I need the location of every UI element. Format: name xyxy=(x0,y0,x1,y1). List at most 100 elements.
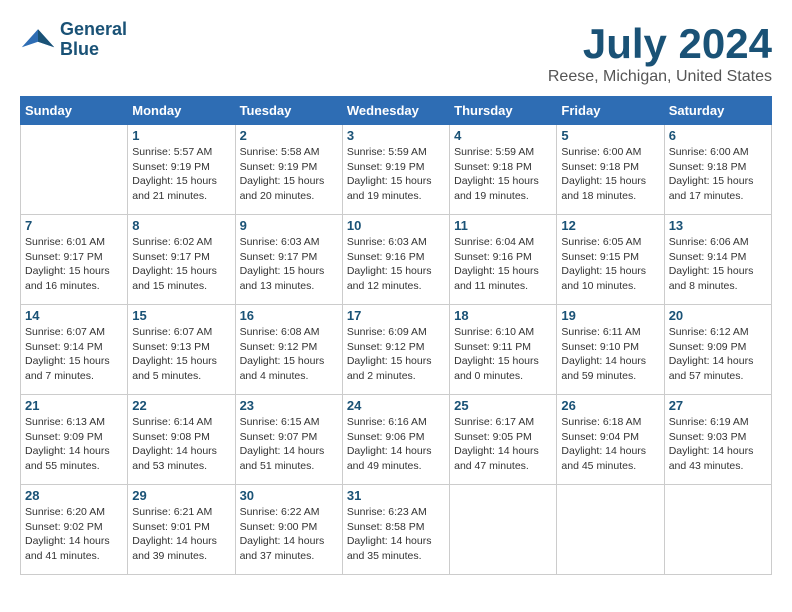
day-number: 8 xyxy=(132,218,230,233)
calendar-cell: 21Sunrise: 6:13 AM Sunset: 9:09 PM Dayli… xyxy=(21,395,128,485)
calendar-cell: 17 Sunrise: 6:09 AM Sunset: 9:12 PM Dayli… xyxy=(342,305,449,395)
day-info: Sunrise: 6:20 AM Sunset: 9:02 PM Dayligh… xyxy=(25,505,123,564)
day-info: Sunrise: 6:23 AM Sunset: 8:58 PM Dayligh… xyxy=(347,505,445,564)
day-info: Sunrise: 6:16 AM Sunset: 9:06 PM Dayligh… xyxy=(347,415,445,474)
day-number: 11 xyxy=(454,218,552,233)
calendar-cell: 26 Sunrise: 6:18 AM Sunset: 9:04 PM Dayli… xyxy=(557,395,664,485)
calendar-cell: 8Sunrise: 6:02 AM Sunset: 9:17 PM Daylig… xyxy=(128,215,235,305)
day-info: Sunrise: 6:14 AM Sunset: 9:08 PM Dayligh… xyxy=(132,415,230,474)
day-info: Sunrise: 5:57 AM Sunset: 9:19 PM Dayligh… xyxy=(132,145,230,204)
weekday-header-monday: Monday xyxy=(128,97,235,125)
week-row-5: 28 Sunrise: 6:20 AM Sunset: 9:02 PM Dayli… xyxy=(21,485,772,575)
calendar-cell: 31 Sunrise: 6:23 AM Sunset: 8:58 PM Dayli… xyxy=(342,485,449,575)
calendar-cell: 7 Sunrise: 6:01 AM Sunset: 9:17 PM Daylig… xyxy=(21,215,128,305)
calendar-cell: 3Sunrise: 5:59 AM Sunset: 9:19 PM Daylig… xyxy=(342,125,449,215)
week-row-4: 21Sunrise: 6:13 AM Sunset: 9:09 PM Dayli… xyxy=(21,395,772,485)
day-number: 5 xyxy=(561,128,659,143)
location: Reese, Michigan, United States xyxy=(548,68,772,86)
day-number: 26 xyxy=(561,398,659,413)
day-info: Sunrise: 6:07 AM Sunset: 9:14 PM Dayligh… xyxy=(25,325,123,384)
day-number: 2 xyxy=(240,128,338,143)
day-number: 30 xyxy=(240,488,338,503)
day-info: Sunrise: 6:10 AM Sunset: 9:11 PM Dayligh… xyxy=(454,325,552,384)
calendar-cell: 27Sunrise: 6:19 AM Sunset: 9:03 PM Dayli… xyxy=(664,395,771,485)
day-number: 17 xyxy=(347,308,445,323)
day-number: 22 xyxy=(132,398,230,413)
calendar-cell: 4 Sunrise: 5:59 AM Sunset: 9:18 PM Daylig… xyxy=(450,125,557,215)
month-title: July 2024 xyxy=(548,20,772,68)
calendar-cell: 25Sunrise: 6:17 AM Sunset: 9:05 PM Dayli… xyxy=(450,395,557,485)
day-number: 19 xyxy=(561,308,659,323)
day-info: Sunrise: 6:18 AM Sunset: 9:04 PM Dayligh… xyxy=(561,415,659,474)
calendar-cell: 9 Sunrise: 6:03 AM Sunset: 9:17 PM Daylig… xyxy=(235,215,342,305)
day-info: Sunrise: 6:01 AM Sunset: 9:17 PM Dayligh… xyxy=(25,235,123,294)
day-number: 1 xyxy=(132,128,230,143)
day-info: Sunrise: 6:22 AM Sunset: 9:00 PM Dayligh… xyxy=(240,505,338,564)
day-info: Sunrise: 6:06 AM Sunset: 9:14 PM Dayligh… xyxy=(669,235,767,294)
day-number: 3 xyxy=(347,128,445,143)
day-info: Sunrise: 6:04 AM Sunset: 9:16 PM Dayligh… xyxy=(454,235,552,294)
calendar-cell: 1 Sunrise: 5:57 AM Sunset: 9:19 PM Daylig… xyxy=(128,125,235,215)
title-block: July 2024 Reese, Michigan, United States xyxy=(548,20,772,86)
day-number: 12 xyxy=(561,218,659,233)
day-number: 9 xyxy=(240,218,338,233)
logo-text: General Blue xyxy=(60,20,127,60)
calendar-cell: 19 Sunrise: 6:11 AM Sunset: 9:10 PM Dayli… xyxy=(557,305,664,395)
calendar-cell: 5 Sunrise: 6:00 AM Sunset: 9:18 PM Daylig… xyxy=(557,125,664,215)
day-info: Sunrise: 6:09 AM Sunset: 9:12 PM Dayligh… xyxy=(347,325,445,384)
day-number: 4 xyxy=(454,128,552,143)
day-info: Sunrise: 6:11 AM Sunset: 9:10 PM Dayligh… xyxy=(561,325,659,384)
day-info: Sunrise: 6:21 AM Sunset: 9:01 PM Dayligh… xyxy=(132,505,230,564)
logo-icon xyxy=(20,22,56,58)
calendar-cell: 11 Sunrise: 6:04 AM Sunset: 9:16 PM Dayli… xyxy=(450,215,557,305)
day-number: 23 xyxy=(240,398,338,413)
day-info: Sunrise: 6:15 AM Sunset: 9:07 PM Dayligh… xyxy=(240,415,338,474)
day-number: 29 xyxy=(132,488,230,503)
day-number: 28 xyxy=(25,488,123,503)
calendar-cell: 12 Sunrise: 6:05 AM Sunset: 9:15 PM Dayli… xyxy=(557,215,664,305)
calendar-cell xyxy=(21,125,128,215)
day-number: 27 xyxy=(669,398,767,413)
calendar-cell xyxy=(557,485,664,575)
calendar-cell: 29 Sunrise: 6:21 AM Sunset: 9:01 PM Dayli… xyxy=(128,485,235,575)
day-number: 16 xyxy=(240,308,338,323)
calendar-cell: 20Sunrise: 6:12 AM Sunset: 9:09 PM Dayli… xyxy=(664,305,771,395)
calendar-cell: 15 Sunrise: 6:07 AM Sunset: 9:13 PM Dayli… xyxy=(128,305,235,395)
day-info: Sunrise: 6:05 AM Sunset: 9:15 PM Dayligh… xyxy=(561,235,659,294)
calendar-cell: 2Sunrise: 5:58 AM Sunset: 9:19 PM Daylig… xyxy=(235,125,342,215)
calendar-cell: 14 Sunrise: 6:07 AM Sunset: 9:14 PM Dayli… xyxy=(21,305,128,395)
day-number: 18 xyxy=(454,308,552,323)
week-row-1: 1 Sunrise: 5:57 AM Sunset: 9:19 PM Daylig… xyxy=(21,125,772,215)
weekday-header-row: SundayMondayTuesdayWednesdayThursdayFrid… xyxy=(21,97,772,125)
day-number: 14 xyxy=(25,308,123,323)
day-number: 13 xyxy=(669,218,767,233)
day-info: Sunrise: 6:07 AM Sunset: 9:13 PM Dayligh… xyxy=(132,325,230,384)
calendar-cell: 18 Sunrise: 6:10 AM Sunset: 9:11 PM Dayli… xyxy=(450,305,557,395)
day-number: 7 xyxy=(25,218,123,233)
weekday-header-sunday: Sunday xyxy=(21,97,128,125)
weekday-header-tuesday: Tuesday xyxy=(235,97,342,125)
calendar-cell: 28 Sunrise: 6:20 AM Sunset: 9:02 PM Dayli… xyxy=(21,485,128,575)
calendar-cell: 13 Sunrise: 6:06 AM Sunset: 9:14 PM Dayli… xyxy=(664,215,771,305)
weekday-header-friday: Friday xyxy=(557,97,664,125)
day-number: 6 xyxy=(669,128,767,143)
day-info: Sunrise: 6:00 AM Sunset: 9:18 PM Dayligh… xyxy=(669,145,767,204)
day-number: 31 xyxy=(347,488,445,503)
day-info: Sunrise: 6:03 AM Sunset: 9:16 PM Dayligh… xyxy=(347,235,445,294)
calendar-cell: 6 Sunrise: 6:00 AM Sunset: 9:18 PM Daylig… xyxy=(664,125,771,215)
week-row-2: 7 Sunrise: 6:01 AM Sunset: 9:17 PM Daylig… xyxy=(21,215,772,305)
calendar-cell: 22 Sunrise: 6:14 AM Sunset: 9:08 PM Dayli… xyxy=(128,395,235,485)
calendar-cell xyxy=(450,485,557,575)
day-info: Sunrise: 6:00 AM Sunset: 9:18 PM Dayligh… xyxy=(561,145,659,204)
day-number: 24 xyxy=(347,398,445,413)
day-info: Sunrise: 6:08 AM Sunset: 9:12 PM Dayligh… xyxy=(240,325,338,384)
day-number: 15 xyxy=(132,308,230,323)
day-number: 21 xyxy=(25,398,123,413)
day-info: Sunrise: 5:59 AM Sunset: 9:18 PM Dayligh… xyxy=(454,145,552,204)
calendar-cell: 30 Sunrise: 6:22 AM Sunset: 9:00 PM Dayli… xyxy=(235,485,342,575)
day-info: Sunrise: 6:03 AM Sunset: 9:17 PM Dayligh… xyxy=(240,235,338,294)
calendar-cell: 16 Sunrise: 6:08 AM Sunset: 9:12 PM Dayli… xyxy=(235,305,342,395)
calendar-cell: 23 Sunrise: 6:15 AM Sunset: 9:07 PM Dayli… xyxy=(235,395,342,485)
day-number: 25 xyxy=(454,398,552,413)
weekday-header-wednesday: Wednesday xyxy=(342,97,449,125)
